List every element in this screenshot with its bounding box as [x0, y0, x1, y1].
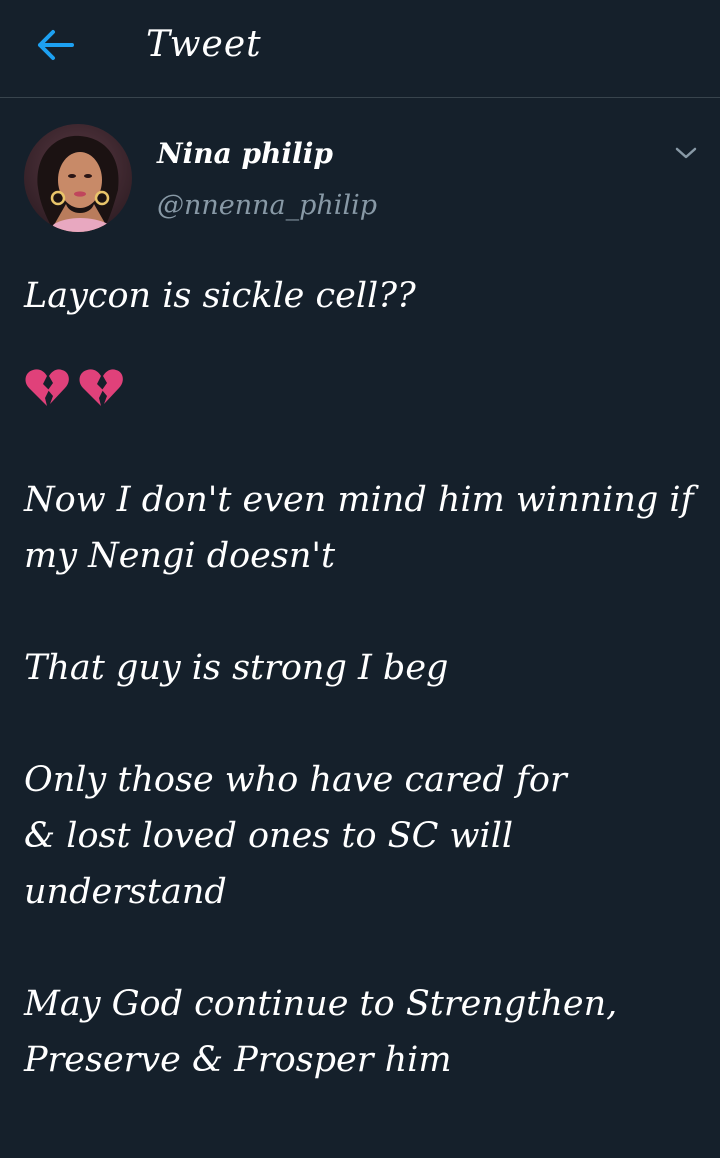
tweet-author: Nina philip @nnenna_philip: [0, 118, 720, 238]
author-handle[interactable]: @nnenna_philip: [157, 188, 377, 224]
arrow-left-icon: [38, 30, 74, 60]
avatar[interactable]: [24, 124, 132, 232]
tweet-paragraph: Only those who have cared for & lost lov…: [24, 760, 567, 912]
tweet-paragraph: That guy is strong I beg: [24, 648, 449, 688]
broken-heart-icon: [79, 369, 123, 406]
broken-heart-icon: [25, 369, 69, 406]
author-display-name[interactable]: Nina philip: [157, 136, 333, 172]
user-avatar: [24, 124, 132, 232]
tweet-paragraph: May God continue to Strengthen, Preserve…: [24, 984, 618, 1080]
tweet-paragraph: Laycon is sickle cell??: [24, 276, 416, 316]
back-button[interactable]: [30, 22, 82, 68]
top-bar: Tweet: [0, 0, 720, 98]
tweet-menu-button[interactable]: [668, 138, 704, 168]
emoji-row: [24, 360, 704, 416]
chevron-down-icon: [675, 147, 697, 159]
page-title: Tweet: [146, 24, 262, 65]
tweet-paragraph: Now I don't even mind him winning if my …: [24, 480, 694, 576]
tweet-text: Laycon is sickle cell?? Now I don't even…: [24, 268, 704, 1088]
